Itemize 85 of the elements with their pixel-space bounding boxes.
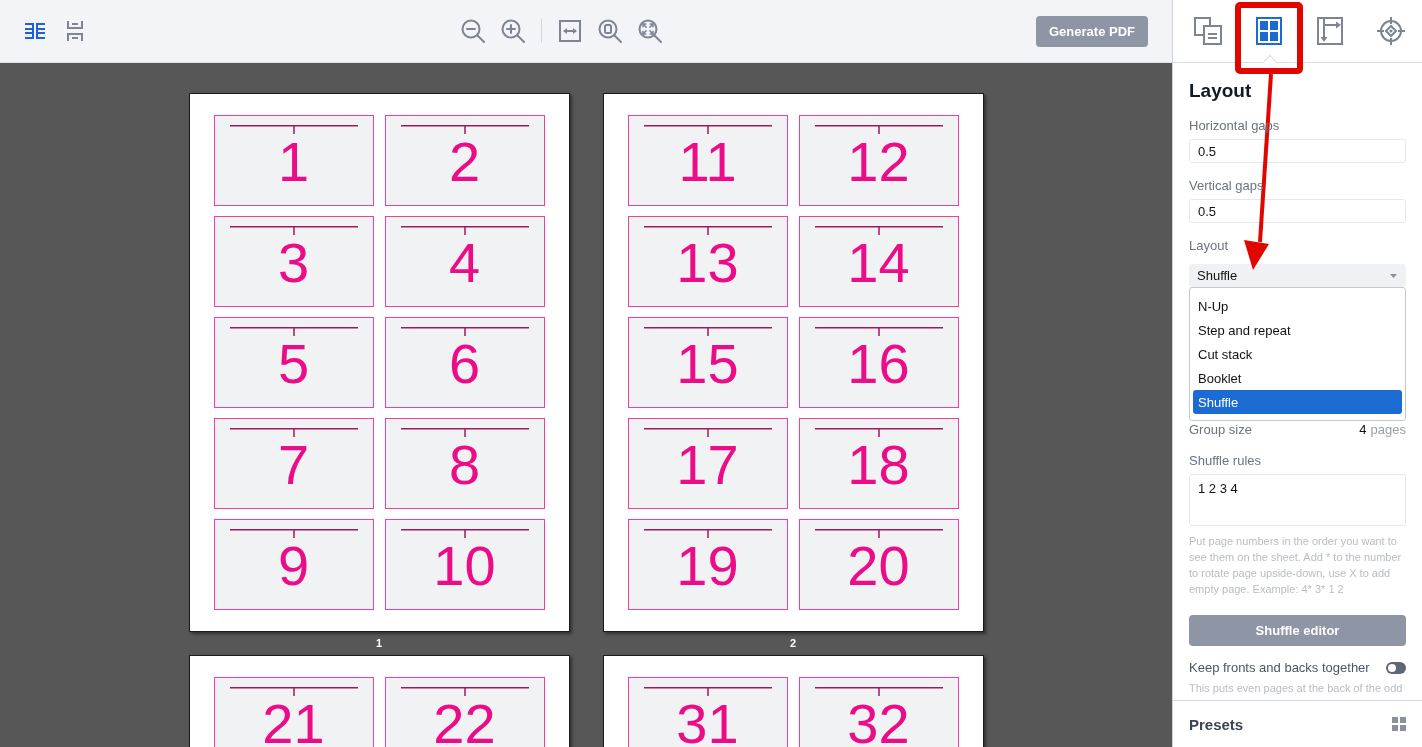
page-number: 14 [847,241,910,285]
sheet-number: 1 [375,637,383,649]
magnifier-page-icon[interactable] [598,19,622,43]
two-column-view-icon[interactable] [24,22,46,40]
page-number: 32 [847,702,910,746]
page-number: 19 [676,544,739,588]
page-number: 10 [433,544,496,588]
header-line-icon [814,327,943,336]
header-line-icon [643,428,772,437]
sheet-number: 2 [789,637,797,649]
header-line-icon [400,687,529,696]
header-line-icon [229,226,358,235]
layout-select[interactable]: Shuffle [1189,264,1406,287]
page-number: 3 [277,241,310,285]
header-line-icon [643,226,772,235]
group-size-label: Group size [1189,422,1252,438]
page-number: 11 [678,140,737,184]
zoom-in-icon[interactable] [501,19,525,43]
dropdown-option[interactable]: Step and repeat [1193,318,1402,342]
page-number: 8 [448,443,481,487]
page-number: 4 [448,241,481,285]
crosshair-icon [1375,16,1406,46]
field-label: Shuffle rules [1189,453,1262,469]
page-number: 31 [676,702,739,746]
header-line-icon [400,125,529,134]
header-line-icon [229,428,358,437]
toggle-label: Keep fronts and backs together [1189,660,1370,676]
shuffle-rules-field[interactable]: 1 2 3 4 [1189,474,1406,526]
width-arrows-icon[interactable] [559,20,581,42]
header-line-icon [229,687,358,696]
page-number: 16 [847,342,910,386]
toggle-switch[interactable] [1386,662,1406,674]
page-number: 1 [277,140,310,184]
panel-title: Layout [1189,79,1253,103]
header-line-icon [814,687,943,696]
group-size-unit: pages [1370,422,1406,438]
header-line-icon [814,226,943,235]
header-line-icon [400,529,529,538]
toggle-description: This puts even pages at the back of the odd [1189,681,1404,695]
annotation-frame [1235,2,1303,74]
header-line-icon [229,125,358,134]
horizontal-gaps-field[interactable]: 0.5 [1189,139,1406,163]
dropdown-option[interactable]: Cut stack [1193,342,1402,366]
page-number: 9 [277,544,310,588]
header-line-icon [814,529,943,538]
group-size-value: 4 [1359,422,1367,438]
page-number: 15 [676,342,739,386]
header-line-icon [814,125,943,134]
page-number: 6 [448,342,481,386]
page-number: 21 [262,702,325,746]
page-number: 18 [847,443,910,487]
page-number: 17 [676,443,739,487]
page-number: 20 [847,544,910,588]
field-label: Layout [1189,238,1229,254]
header-line-icon [229,529,358,538]
header-line-icon [229,327,358,336]
vertical-gaps-field[interactable]: 0.5 [1189,199,1406,223]
grid-icon[interactable] [1392,717,1406,731]
page-number: 12 [847,140,910,184]
page-number: 22 [433,702,496,746]
header-line-icon [643,327,772,336]
zoom-out-icon[interactable] [461,19,485,43]
header-line-icon [400,226,529,235]
dropdown-option[interactable]: N-Up [1193,294,1402,318]
dropdown-option[interactable]: Booklet [1193,366,1402,390]
header-line-icon [643,125,772,134]
page-number: 7 [277,443,310,487]
header-line-icon [400,428,529,437]
margins-icon [1316,17,1343,45]
caret-icon [1390,273,1397,278]
copies-icon [1194,17,1223,45]
page-number: 13 [676,241,739,285]
presets-title: Presets [1189,715,1244,733]
help-text: Put page numbers in the order you want to see them on the sheet. Add * to the number to rotate page upside-down, use X to add empty page. Example: 4* 3* 1 2 [1189,534,1403,597]
magnifier-expand-icon[interactable] [638,19,662,43]
grid-layout-icon [1256,17,1283,45]
stacked-view-icon[interactable] [66,20,84,42]
header-line-icon [400,327,529,336]
page-number: 5 [277,342,310,386]
header-line-icon [814,428,943,437]
page-number: 2 [448,140,481,184]
dropdown-option[interactable]: Shuffle [1193,390,1402,414]
header-line-icon [643,687,772,696]
select-value: Shuffle [1197,267,1238,284]
header-line-icon [643,529,772,538]
